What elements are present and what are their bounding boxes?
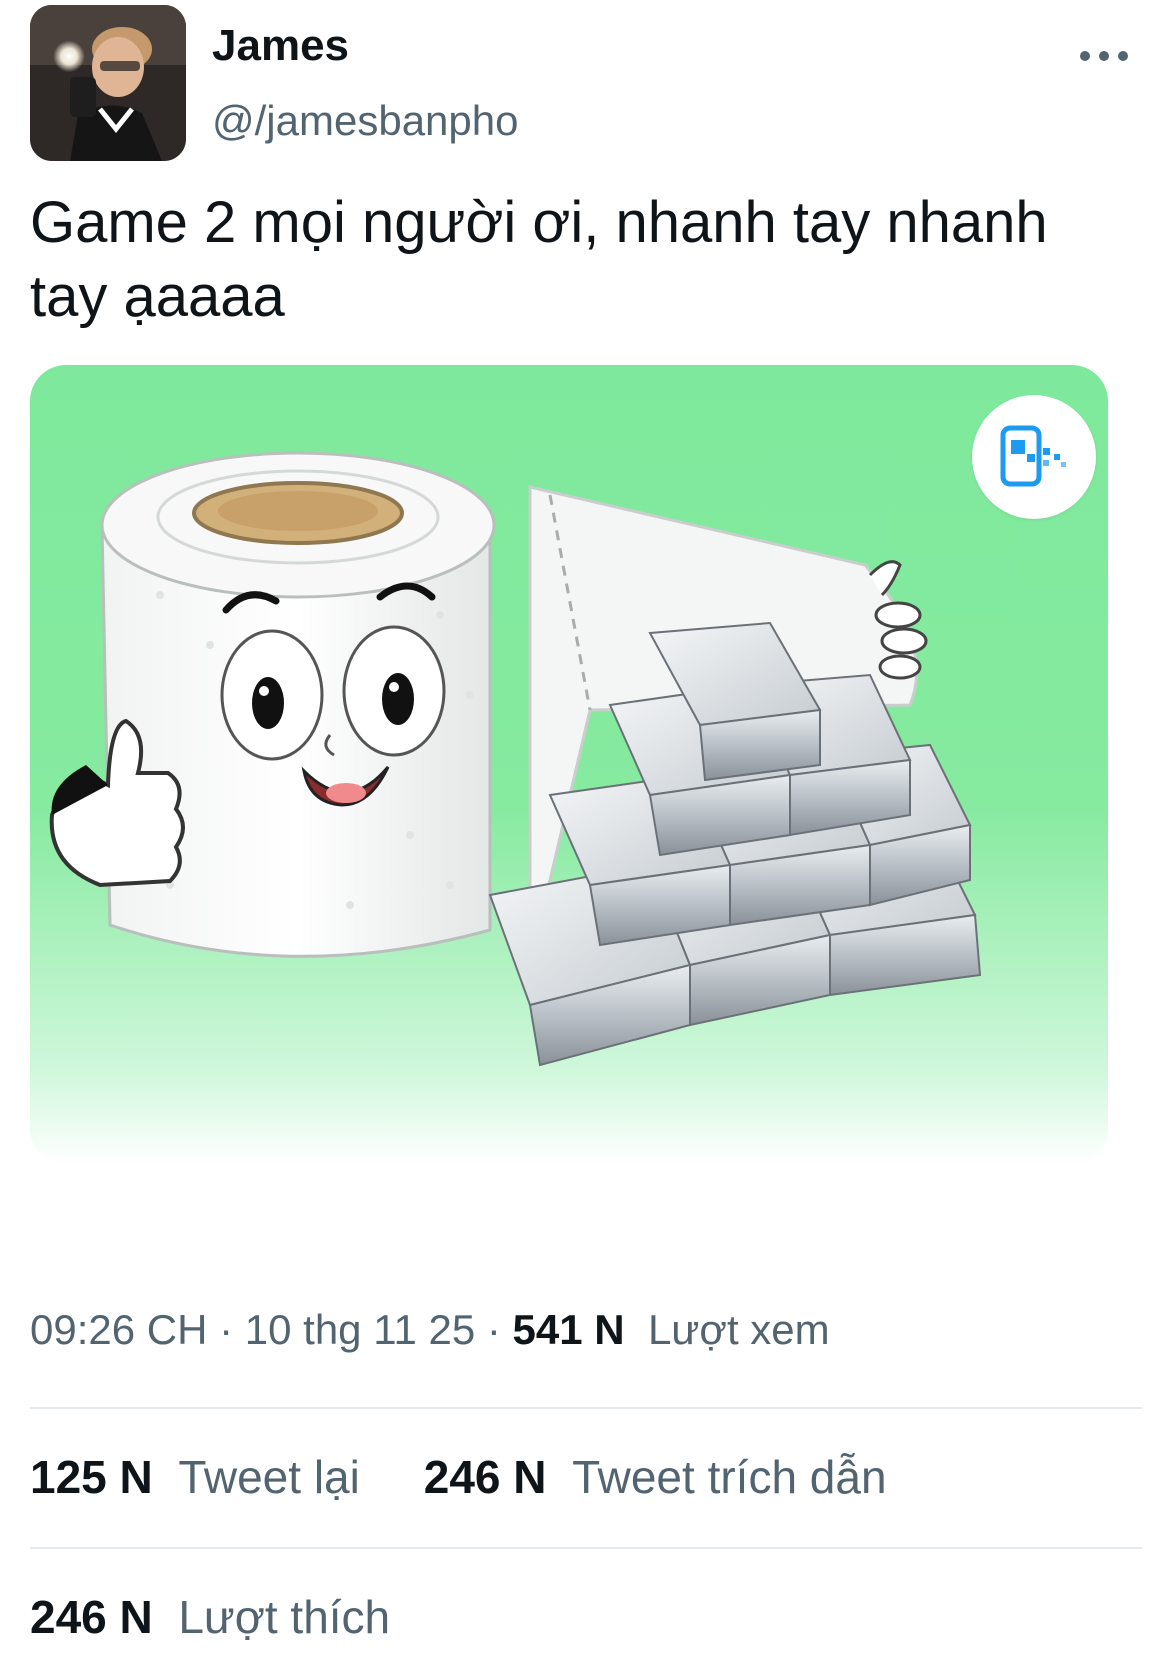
retweets-label: Tweet lại bbox=[178, 1451, 360, 1503]
avatar-photo bbox=[30, 5, 186, 161]
divider bbox=[30, 1407, 1142, 1409]
mini-app-icon bbox=[1000, 425, 1066, 487]
more-options-icon[interactable] bbox=[1080, 44, 1128, 68]
author-name[interactable]: James bbox=[212, 20, 349, 72]
tweet-text: Game 2 mọi người ơi, nhanh tay nhanh tay… bbox=[30, 190, 1048, 329]
quotes-label: Tweet trích dẫn bbox=[572, 1451, 887, 1503]
likes-label: Lượt thích bbox=[178, 1591, 391, 1643]
tweet-date[interactable]: 10 thg 11 25 bbox=[245, 1306, 475, 1353]
tweet-metadata: 09:26 CH · 10 thg 11 25 · 541 N Lượt xem bbox=[30, 1302, 830, 1358]
author-handle[interactable]: @/jamesbanpho bbox=[212, 96, 519, 146]
engagement-row: 125 N Tweet lại 246 N Tweet trích dẫn bbox=[30, 1447, 887, 1507]
views-label-text: Lượt xem bbox=[647, 1306, 830, 1353]
separator-dot: · bbox=[219, 1306, 245, 1353]
more-dot bbox=[1080, 51, 1090, 61]
retweets-count: 125 N bbox=[30, 1451, 153, 1503]
media-illustration bbox=[49, 451, 982, 1067]
avatar[interactable] bbox=[30, 5, 186, 161]
quotes-count: 246 N bbox=[423, 1451, 547, 1503]
separator-dot: · bbox=[486, 1306, 513, 1353]
retweets-stat[interactable]: 125 N Tweet lại bbox=[30, 1451, 373, 1503]
views-count: 541 N bbox=[512, 1306, 625, 1353]
tweet-media[interactable] bbox=[30, 365, 1108, 1165]
likes-stat[interactable]: 246 N Lượt thích bbox=[30, 1591, 390, 1643]
quotes-stat[interactable]: 246 N Tweet trích dẫn bbox=[424, 1451, 887, 1503]
more-dot bbox=[1099, 51, 1109, 61]
mini-app-button[interactable] bbox=[972, 395, 1096, 519]
tweet-time[interactable]: 09:26 CH bbox=[30, 1306, 207, 1353]
likes-row: 246 N Lượt thích bbox=[30, 1587, 390, 1647]
likes-count: 246 N bbox=[30, 1591, 153, 1643]
more-dot bbox=[1118, 51, 1128, 61]
views-label bbox=[636, 1306, 648, 1353]
divider bbox=[30, 1547, 1142, 1549]
